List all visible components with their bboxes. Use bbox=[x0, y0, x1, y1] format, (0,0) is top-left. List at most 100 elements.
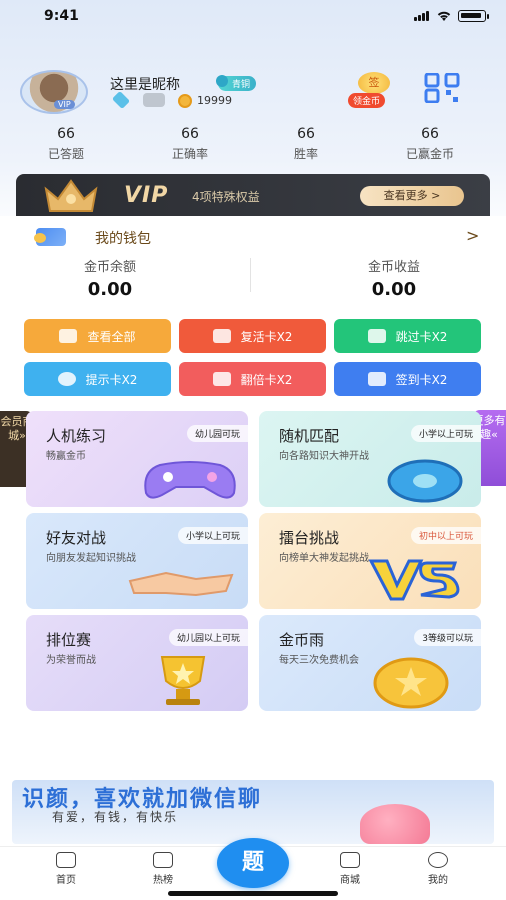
mode-subtitle: 畅赢金币 bbox=[46, 451, 86, 462]
gold-coin-icon bbox=[373, 657, 449, 709]
skip-arrow-icon bbox=[367, 329, 386, 343]
checkin-card-button[interactable]: 签到卡X2 bbox=[334, 362, 481, 396]
signin-label[interactable]: 领金币 bbox=[348, 93, 386, 108]
stat-label: 胜率 bbox=[293, 147, 318, 161]
nav-label: 商城 bbox=[340, 875, 360, 886]
mode-title: 随机匹配 bbox=[279, 427, 340, 445]
hint-card-button[interactable]: 提示卡X2 bbox=[24, 362, 171, 396]
mode-age-tag: 初中以上可玩 bbox=[410, 527, 481, 544]
trophy-icon bbox=[160, 656, 206, 705]
button-label: 查看全部 bbox=[87, 329, 136, 344]
mode-title: 排位赛 bbox=[46, 631, 92, 649]
stat-label: 已赢金币 bbox=[405, 147, 454, 161]
mode-age-tag: 幼儿园以上可玩 bbox=[168, 629, 248, 646]
wifi-icon bbox=[437, 11, 451, 21]
stat-win-rate: 66 胜率 bbox=[246, 126, 366, 162]
nav-label: 我的 bbox=[428, 875, 448, 886]
wallet-balance-value: 0.00 bbox=[87, 279, 133, 300]
stat-label: 正确率 bbox=[171, 147, 208, 161]
nav-question-button[interactable]: 题 bbox=[217, 838, 289, 888]
calendar-icon bbox=[367, 372, 386, 386]
grid-icon bbox=[59, 329, 78, 343]
lightbulb-icon bbox=[57, 372, 76, 386]
nav-mall[interactable]: 商城 bbox=[315, 852, 385, 886]
button-label: 复活卡X2 bbox=[240, 329, 293, 344]
skip-card-button[interactable]: 跳过卡X2 bbox=[334, 319, 481, 353]
battery-icon bbox=[458, 10, 489, 22]
home-icon bbox=[56, 852, 76, 868]
mode-random-match[interactable]: 随机匹配 小学以上可玩 向各路知识大神开战 bbox=[259, 411, 481, 507]
mode-subtitle: 向榜单大神发起挑战 bbox=[279, 553, 369, 564]
cards-icon bbox=[212, 329, 231, 343]
signin-coin-icon[interactable]: 签 bbox=[358, 72, 390, 94]
level-icon bbox=[216, 75, 228, 87]
avatar-vip-badge: VIP bbox=[54, 100, 75, 109]
view-all-button[interactable]: 查看全部 bbox=[24, 319, 171, 353]
mode-arena-challenge[interactable]: 擂台挑战 初中以上可玩 向榜单大神发起挑战 bbox=[259, 513, 481, 609]
nav-label: 热榜 bbox=[153, 875, 173, 886]
wallet-earnings-label: 金币收益 bbox=[367, 260, 420, 275]
stat-answered: 66 已答题 bbox=[6, 126, 126, 162]
nav-home[interactable]: 首页 bbox=[31, 852, 101, 886]
mode-title: 人机练习 bbox=[46, 427, 107, 445]
mode-ai-practice[interactable]: 人机练习 幼儿园可玩 畅赢金币 bbox=[26, 411, 248, 507]
wallet-arrow-icon[interactable]: > bbox=[466, 226, 479, 245]
shopping-bag-icon bbox=[340, 852, 360, 868]
avatar[interactable] bbox=[20, 70, 88, 114]
stat-label: 已答题 bbox=[47, 147, 84, 161]
revive-card-button[interactable]: 复活卡X2 bbox=[179, 319, 326, 353]
nav-label: 首页 bbox=[56, 875, 76, 886]
nav-hot[interactable]: 热榜 bbox=[128, 852, 198, 886]
mode-title: 好友对战 bbox=[46, 529, 107, 547]
stat-value: 66 bbox=[297, 126, 315, 142]
double-card-button[interactable]: 翻倍卡X2 bbox=[179, 362, 326, 396]
ad-subtitle: 有爱，有钱，有快乐 bbox=[52, 810, 179, 824]
mode-subtitle: 为荣誉而战 bbox=[46, 655, 96, 666]
mode-age-tag: 小学以上可玩 bbox=[177, 527, 248, 544]
wallet-earnings-value: 0.00 bbox=[371, 279, 417, 300]
stat-value: 66 bbox=[421, 126, 439, 142]
stat-accuracy: 66 正确率 bbox=[130, 126, 250, 162]
status-time: 9:41 bbox=[44, 8, 79, 24]
mode-subtitle: 每天三次免费机会 bbox=[279, 655, 359, 666]
mode-title: 擂台挑战 bbox=[279, 529, 340, 547]
mode-subtitle: 向朋友发起知识挑战 bbox=[46, 553, 136, 564]
mode-subtitle: 向各路知识大神开战 bbox=[279, 451, 369, 462]
divider bbox=[250, 258, 251, 292]
coin-icon bbox=[178, 94, 192, 108]
coin-balance: 19999 bbox=[197, 94, 232, 107]
medal-silver-icon bbox=[143, 93, 165, 107]
status-icons bbox=[414, 10, 489, 22]
handshake-icon bbox=[128, 571, 234, 597]
mode-title: 金币雨 bbox=[279, 631, 325, 649]
wallet-title[interactable]: 我的钱包 bbox=[95, 228, 151, 248]
hot-list-icon bbox=[153, 852, 173, 868]
wallet-earnings: 金币收益 0.00 bbox=[294, 256, 494, 300]
vip-subtitle: 4项特殊权益 bbox=[192, 190, 260, 204]
gamepad-icon bbox=[144, 461, 236, 499]
qr-code-icon[interactable] bbox=[424, 73, 474, 103]
coin-stack-icon bbox=[212, 372, 231, 386]
button-label: 提示卡X2 bbox=[85, 372, 138, 387]
vip-title: VIP bbox=[124, 183, 169, 208]
button-label: 跳过卡X2 bbox=[395, 329, 448, 344]
stat-value: 66 bbox=[57, 126, 75, 142]
mode-age-tag: 小学以上可玩 bbox=[410, 425, 481, 442]
mode-ranked[interactable]: 排位赛 幼儿园以上可玩 为荣誉而战 bbox=[26, 615, 248, 711]
wallet-balance: 金币余额 0.00 bbox=[10, 256, 210, 300]
stat-value: 66 bbox=[181, 126, 199, 142]
mode-friend-battle[interactable]: 好友对战 小学以上可玩 向朋友发起知识挑战 bbox=[26, 513, 248, 609]
mode-coin-rain[interactable]: 金币雨 3等级可以玩 每天三次免费机会 bbox=[259, 615, 481, 711]
wallet-balance-label: 金币余额 bbox=[83, 260, 136, 275]
home-indicator bbox=[168, 891, 338, 896]
heart-icon bbox=[360, 804, 430, 844]
crown-icon bbox=[44, 179, 98, 212]
mode-age-tag: 3等级可以玩 bbox=[414, 629, 481, 646]
button-label: 签到卡X2 bbox=[395, 372, 448, 387]
wallet-coin-icon bbox=[34, 233, 46, 243]
nav-mine[interactable]: 我的 bbox=[403, 852, 473, 886]
signal-icon bbox=[414, 11, 430, 21]
vip-more-button[interactable]: 查看更多 > bbox=[360, 186, 464, 206]
vs-icon bbox=[368, 559, 460, 601]
button-label: 翻倍卡X2 bbox=[240, 372, 293, 387]
